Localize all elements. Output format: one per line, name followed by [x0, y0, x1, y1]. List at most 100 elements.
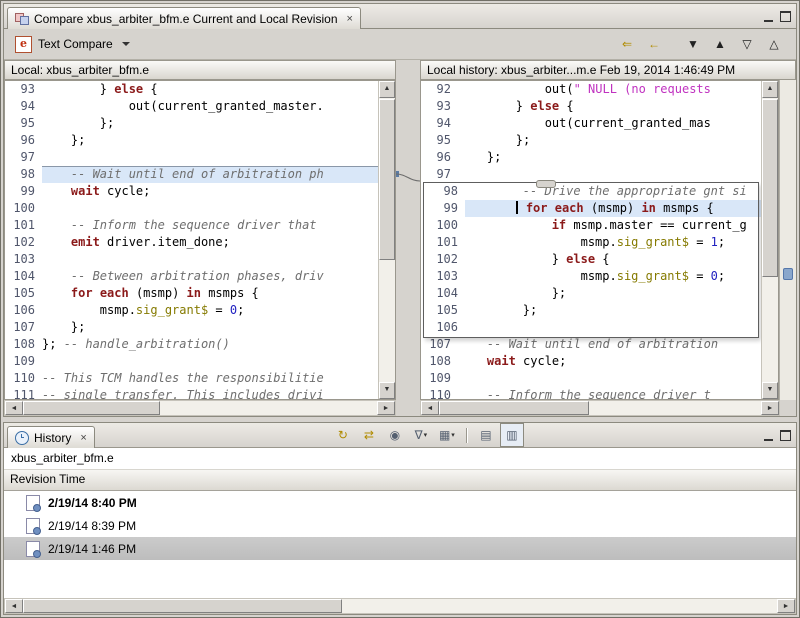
minimize-icon[interactable]	[764, 11, 773, 22]
close-icon[interactable]: ×	[80, 432, 86, 444]
revision-icon	[26, 495, 40, 511]
code-line: 100 if msmp.master == current_g	[421, 217, 761, 234]
show-revision-tree-button[interactable]: ▥	[500, 423, 524, 447]
line-number: 105	[428, 302, 465, 319]
scrollbar-thumb[interactable]	[23, 401, 160, 415]
code-line: 93 } else {	[5, 81, 378, 98]
next-change-button[interactable]: ▽	[735, 32, 759, 56]
line-number: 93	[5, 81, 42, 98]
show-revision-tree-icon: ▥	[506, 428, 517, 442]
line-number: 110	[5, 370, 42, 387]
previous-change-button[interactable]: △	[762, 32, 786, 56]
right-code-area[interactable]: 92 out(" NULL (no requests93 } else {94 …	[421, 81, 761, 399]
line-number: 103	[5, 251, 42, 268]
line-number: 94	[5, 98, 42, 115]
code-line: 101 -- Inform the sequence driver that	[5, 217, 378, 234]
left-code-area[interactable]: 93 } else {94 out(current_granted_master…	[5, 81, 378, 399]
line-number: 109	[421, 370, 458, 387]
left-vertical-scrollbar[interactable]: ▲ ▼	[378, 81, 395, 399]
scrollbar-thumb[interactable]	[439, 401, 589, 415]
scroll-down-icon[interactable]: ▼	[379, 382, 395, 399]
right-horizontal-scrollbar[interactable]: ◄ ►	[420, 400, 780, 416]
maximize-icon[interactable]	[780, 430, 791, 441]
scrollbar-thumb[interactable]	[379, 99, 395, 260]
history-toolbar: ↻⇄◉∇▾▦▾ ▤ ▥	[331, 423, 524, 447]
line-number: 108	[5, 336, 42, 353]
scroll-left-icon[interactable]: ◄	[5, 401, 23, 415]
scroll-up-icon[interactable]: ▲	[379, 81, 395, 98]
scroll-left-icon[interactable]: ◄	[421, 401, 439, 415]
change-marker[interactable]	[783, 268, 793, 280]
overview-ruler[interactable]	[779, 80, 796, 400]
next-difference-button[interactable]: ▼	[681, 32, 705, 56]
link-with-editor-button[interactable]: ⇄	[357, 423, 381, 447]
history-view: History × ↻⇄◉∇▾▦▾▤▥ xbus_arbiter_bfm.e R…	[3, 422, 797, 615]
filter-button[interactable]: ∇▾	[409, 423, 433, 447]
group-by-date-button[interactable]: ▦▾	[435, 423, 459, 447]
revision-row[interactable]: 2/19/14 1:46 PM	[4, 537, 796, 560]
minimize-icon[interactable]	[764, 430, 773, 441]
code-line: 97	[421, 166, 761, 183]
compare-editor-tab[interactable]: Compare xbus_arbiter_bfm.e Current and L…	[7, 7, 361, 29]
code-line: 107 };	[5, 319, 378, 336]
previous-change-icon: △	[769, 37, 778, 51]
compare-toolbar: e Text Compare ⇐ ← ▼ ▲ ▽ △	[4, 29, 796, 60]
line-number: 97	[421, 166, 458, 183]
text-caret	[516, 201, 518, 214]
filter-icon: ∇	[415, 428, 423, 442]
code-line: 105 for each (msmp) in msmps {	[5, 285, 378, 302]
revision-row[interactable]: 2/19/14 8:40 PM	[4, 491, 796, 514]
scroll-right-icon[interactable]: ►	[377, 401, 395, 415]
scroll-right-icon[interactable]: ►	[777, 599, 795, 613]
code-line: 98 -- Wait until end of arbitration ph	[5, 166, 378, 183]
scrollbar-thumb[interactable]	[23, 599, 342, 613]
scroll-right-icon[interactable]: ►	[761, 401, 779, 415]
scrollbar-thumb[interactable]	[762, 99, 778, 277]
scroll-down-icon[interactable]: ▼	[762, 382, 778, 399]
line-number: 106	[5, 302, 42, 319]
line-number: 107	[421, 336, 458, 353]
line-number: 95	[5, 115, 42, 132]
show-comment-pane-button[interactable]: ▤	[474, 423, 498, 447]
code-line: 93 } else {	[421, 98, 761, 115]
code-line: 95 };	[421, 132, 761, 149]
right-pane: 92 out(" NULL (no requests93 } else {94 …	[420, 80, 779, 400]
code-line: 106 msmp.sig_grant$ = 0;	[5, 302, 378, 319]
chevron-down-icon	[122, 42, 130, 46]
scroll-up-icon[interactable]: ▲	[762, 81, 778, 98]
left-horizontal-scrollbar[interactable]: ◄ ►	[4, 400, 396, 416]
revision-row[interactable]: 2/19/14 8:39 PM	[4, 514, 796, 537]
diff-connector-gap	[396, 80, 420, 400]
line-number: 100	[428, 217, 465, 234]
copy-current-right-to-left-button[interactable]: ←	[642, 32, 666, 56]
right-vertical-scrollbar[interactable]: ▲ ▼	[761, 81, 778, 399]
close-icon[interactable]: ×	[347, 13, 353, 25]
pin-button[interactable]: ◉	[383, 423, 407, 447]
code-line: 98 -- Drive the appropriate gnt si	[421, 183, 761, 200]
group-by-date-icon: ▦	[439, 428, 450, 442]
line-number: 93	[421, 98, 458, 115]
code-line: 104 };	[421, 285, 761, 302]
next-change-icon: ▽	[742, 37, 751, 51]
code-line: 102 } else {	[421, 251, 761, 268]
compare-editor: Compare xbus_arbiter_bfm.e Current and L…	[3, 3, 797, 417]
refresh-button[interactable]: ↻	[331, 423, 355, 447]
line-number: 95	[421, 132, 458, 149]
code-line: 104 -- Between arbitration phases, driv	[5, 268, 378, 285]
previous-difference-button[interactable]: ▲	[708, 32, 732, 56]
maximize-icon[interactable]	[780, 11, 791, 22]
e-file-icon: e	[15, 36, 32, 53]
history-horizontal-scrollbar[interactable]: ◄ ►	[4, 598, 796, 614]
line-number: 97	[5, 149, 42, 166]
copy-all-right-to-left-button[interactable]: ⇐	[615, 32, 639, 56]
copy-all-right-to-left-icon: ⇐	[622, 37, 632, 51]
previous-difference-icon: ▲	[714, 37, 726, 51]
revision-time-column-header[interactable]: Revision Time	[4, 470, 796, 491]
history-tab-bar: History × ↻⇄◉∇▾▦▾ ▤ ▥	[4, 423, 796, 448]
scroll-left-icon[interactable]: ◄	[5, 599, 23, 613]
code-line: 110-- This TCM handles the responsibilit…	[5, 370, 378, 387]
history-tab[interactable]: History ×	[7, 426, 95, 448]
copy-current-right-to-left-icon: ←	[648, 37, 660, 51]
viewer-mode-dropdown[interactable]: e Text Compare	[10, 34, 135, 55]
code-line: 94 out(current_granted_master.	[5, 98, 378, 115]
